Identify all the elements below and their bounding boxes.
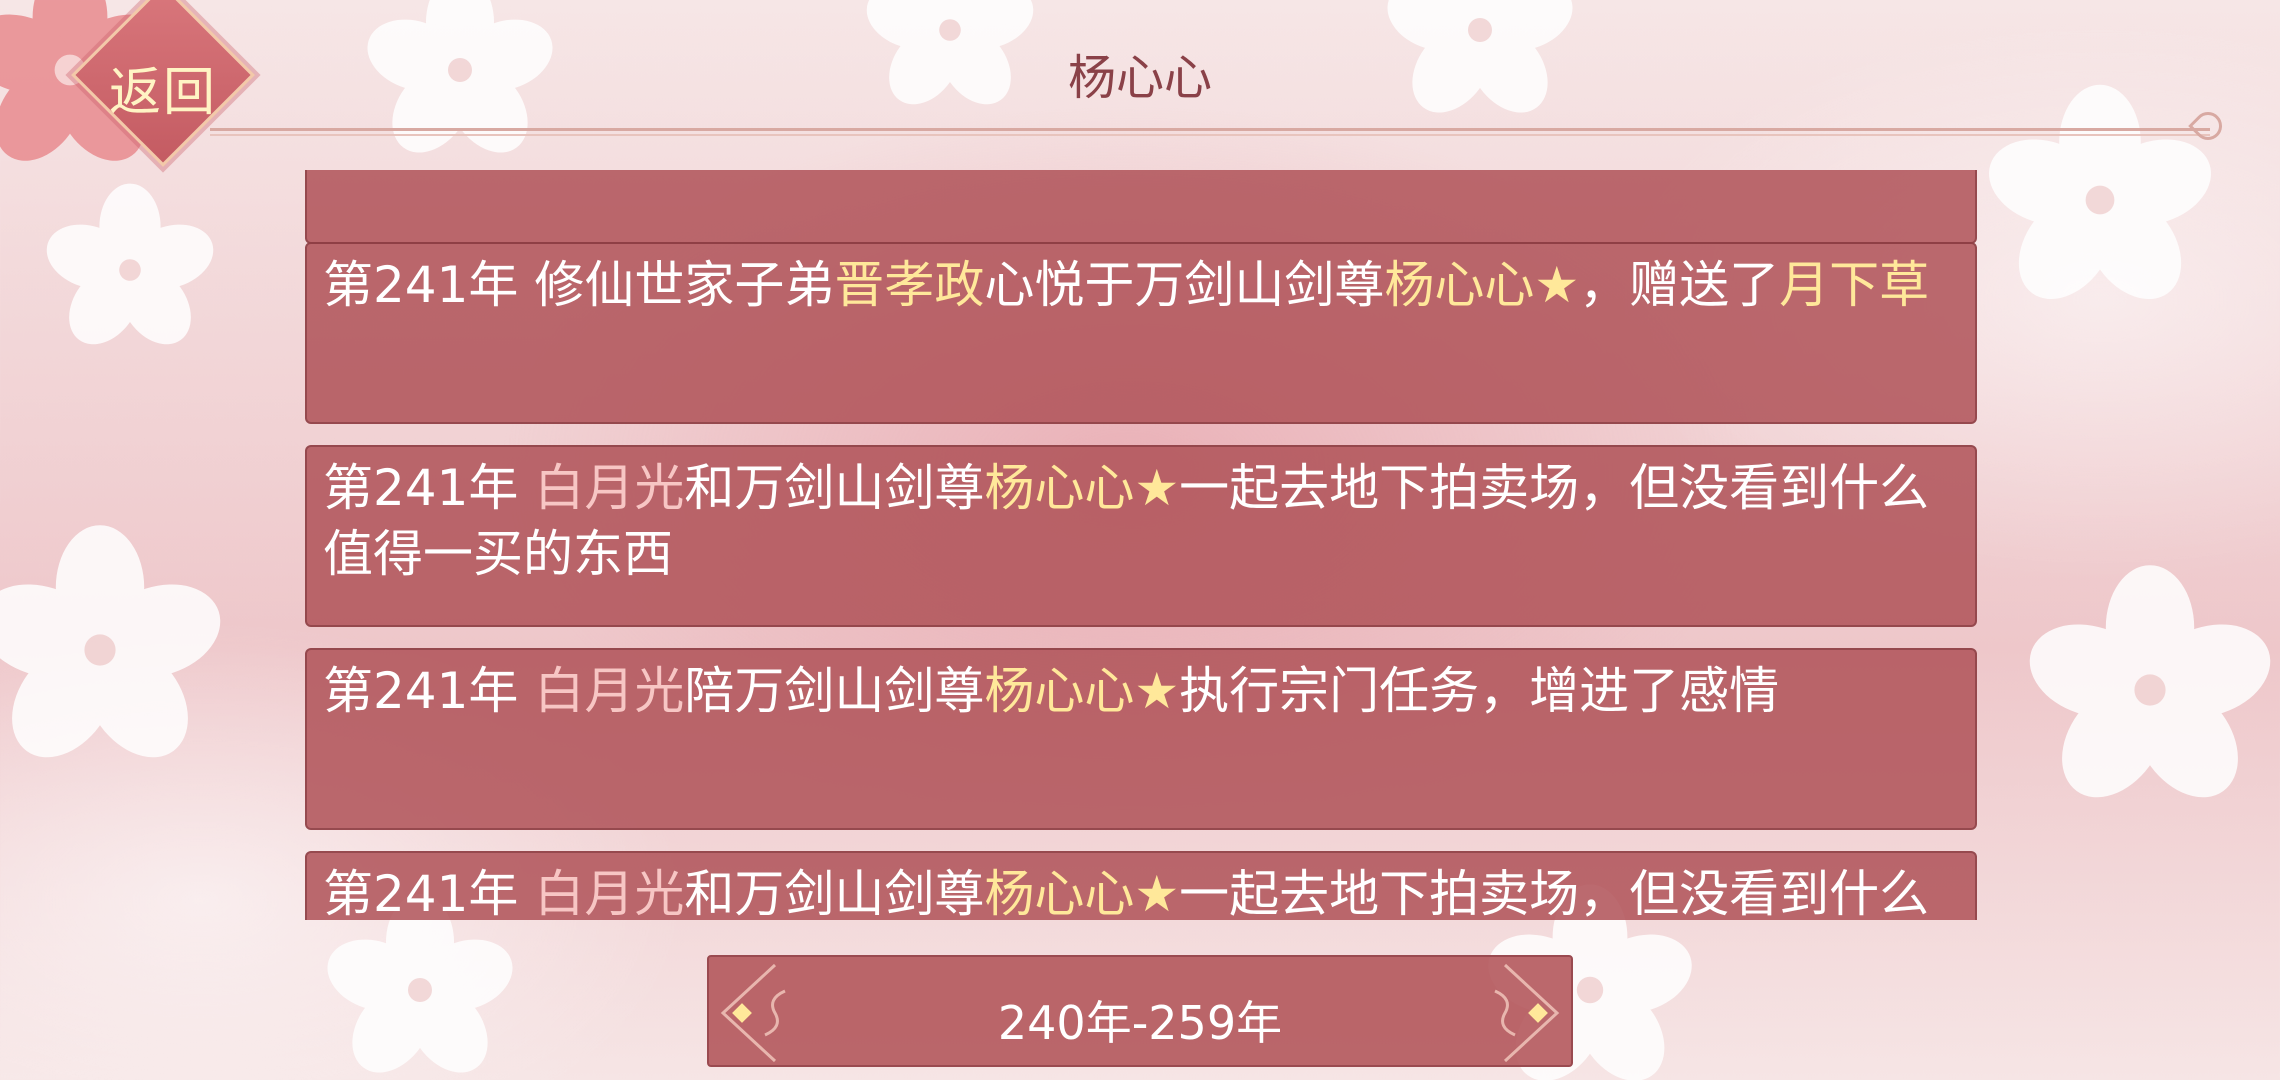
event-card: ★将得到的七星文使作为礼物送给了白月光 [305,170,1977,244]
title-divider [210,128,2210,136]
event-text: 心悦于万剑山剑尊 [984,256,1385,314]
event-text: 和万剑山剑尊 [684,459,985,517]
swirl-ornament-icon [2188,106,2228,146]
event-card: 第241年 白月光和万剑山剑尊杨心心★一起去地下拍卖场，但没看到什么值得一买的东… [305,851,1977,920]
highlight-text: 月下草 [1779,256,1930,314]
flower-icon [2029,565,2271,798]
page-title: 杨心心 [1067,50,1212,106]
event-card: 第241年 白月光陪万剑山剑尊杨心心★执行宗门任务，增进了感情 [305,648,1977,830]
event-card: 第241年 白月光和万剑山剑尊杨心心★一起去地下拍卖场，但没看到什么值得一买的东… [305,445,1977,627]
companion-name: 白月光 [534,459,685,517]
highlight-text: 晋孝政 [834,256,985,314]
event-text: 执行宗门任务，增进了感情 [1179,662,1780,720]
flower-icon [46,183,214,345]
companion-name: 白月光 [534,662,685,720]
companion-name: 白月光 [534,865,685,920]
event-text: 第241年 [323,865,535,920]
event-text: 第241年 修仙世家子弟 [323,256,835,314]
event-log-list[interactable]: ★将得到的七星文使作为礼物送给了白月光 第241年 修仙世家子弟晋孝政心悦于万剑… [305,170,1977,920]
year-range-label: 240年-259年 [997,996,1283,1050]
event-text: 陪万剑山剑尊 [684,662,985,720]
highlight-text: 杨心心★ [1384,256,1580,314]
event-text: 第241年 [323,662,535,720]
highlight-text: 杨心心★ [984,662,1180,720]
flower-icon [0,525,221,758]
highlight-text: 杨心心★ [984,459,1180,517]
event-text: ，赠送了 [1579,256,1780,314]
flower-icon [1989,84,2211,300]
ornate-arrow-right-icon[interactable] [1475,961,1565,1065]
event-text: 第241年 [323,459,535,517]
year-range-selector[interactable]: 240年-259年 [707,955,1573,1067]
event-card: 第241年 修仙世家子弟晋孝政心悦于万剑山剑尊杨心心★，赠送了月下草 [305,242,1977,424]
event-text: 和万剑山剑尊 [684,865,985,920]
highlight-text: 杨心心★ [984,865,1180,920]
